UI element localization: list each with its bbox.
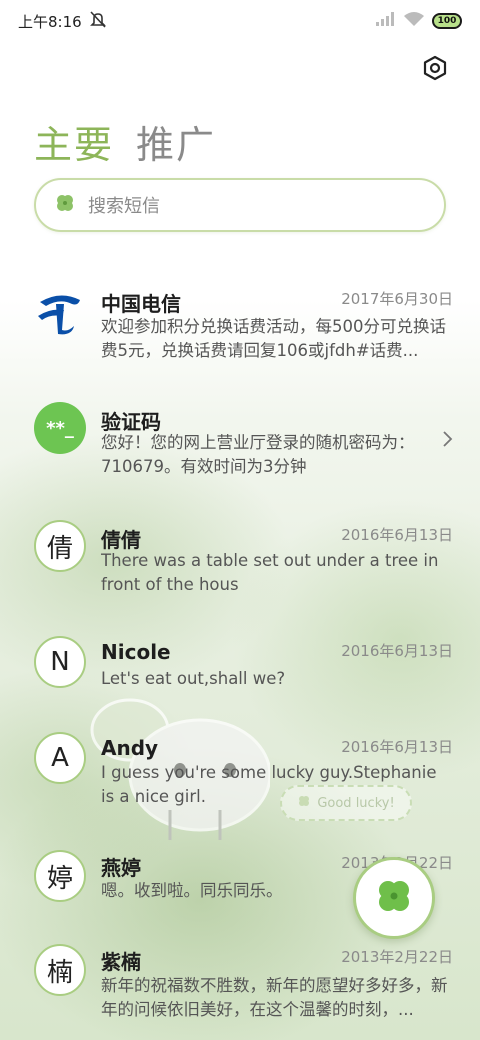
- thread-name: 燕婷: [101, 856, 141, 880]
- avatar: 倩: [34, 520, 86, 572]
- thread-preview: 欢迎参加积分兑换话费活动，每500分可兑换话费5元，兑换话费请回复106或jfd…: [101, 317, 446, 360]
- list-item[interactable]: 中国电信 2017年6月30日 欢迎参加积分兑换话费活动，每500分可兑换话费5…: [0, 280, 480, 370]
- avatar: 楠: [34, 944, 86, 996]
- chevron-right-icon[interactable]: [442, 430, 454, 452]
- status-bar: 上午8:16 100: [0, 0, 480, 42]
- status-time: 上午8:16: [18, 12, 82, 31]
- thread-preview: There was a table set out under a tree i…: [101, 551, 439, 594]
- avatar: **_: [34, 402, 86, 454]
- clover-icon: [374, 876, 414, 920]
- thread-time: 2017年6月30日: [341, 290, 453, 308]
- list-item[interactable]: 楠 紫楠 2013年2月22日 新年的祝福数不胜数，新年的愿望好多好多，新年的问…: [0, 944, 480, 1034]
- avatar: 婷: [34, 850, 86, 902]
- list-item[interactable]: **_ 验证码 您好！您的网上营业厅登录的随机密码为：710679。有效时间为3…: [0, 400, 480, 490]
- thread-name: 中国电信: [101, 292, 181, 316]
- settings-button[interactable]: [420, 55, 450, 85]
- thread-name: Andy: [101, 736, 159, 760]
- tab-bar: 主要 推广: [34, 114, 216, 169]
- search-placeholder: 搜索短信: [88, 196, 160, 217]
- tab-main[interactable]: 主要: [34, 114, 114, 169]
- tab-promotion[interactable]: 推广: [136, 114, 216, 169]
- wifi-icon: [404, 12, 424, 30]
- mute-icon: [88, 10, 108, 32]
- china-telecom-logo-icon: [34, 286, 86, 338]
- thread-time: 2016年6月13日: [341, 738, 453, 756]
- list-item[interactable]: N Nicole 2016年6月13日 Let's eat out,shall …: [0, 636, 480, 706]
- thread-preview: 新年的祝福数不胜数，新年的愿望好多好多，新年的问候依旧美好，在这个温馨的时刻，.…: [101, 976, 448, 1019]
- thread-time: 2013年2月22日: [341, 948, 453, 966]
- avatar: N: [34, 636, 86, 688]
- gear-icon: [422, 55, 448, 85]
- thread-time: 2016年6月13日: [341, 526, 453, 544]
- list-item[interactable]: 倩 倩倩 2016年6月13日 There was a table set ou…: [0, 520, 480, 610]
- thread-preview: 嗯。收到啦。同乐同乐。: [101, 881, 283, 900]
- battery-icon: 100: [432, 13, 462, 29]
- thread-preview: 您好！您的网上营业厅登录的随机密码为：710679。有效时间为3分钟: [101, 433, 415, 476]
- list-item[interactable]: A Andy 2016年6月13日 I guess you're some lu…: [0, 732, 480, 822]
- thread-name: 紫楠: [101, 950, 141, 974]
- thread-time: 2016年6月13日: [341, 642, 453, 660]
- clover-icon: [54, 192, 76, 218]
- avatar: A: [34, 732, 86, 784]
- compose-button[interactable]: [353, 857, 435, 939]
- search-input[interactable]: 搜索短信: [34, 178, 446, 232]
- thread-name: Nicole: [101, 640, 171, 664]
- signal-icon: [376, 12, 396, 30]
- thread-preview: Let's eat out,shall we?: [101, 669, 286, 688]
- thread-preview: I guess you're some lucky guy.Stephanie …: [101, 763, 437, 806]
